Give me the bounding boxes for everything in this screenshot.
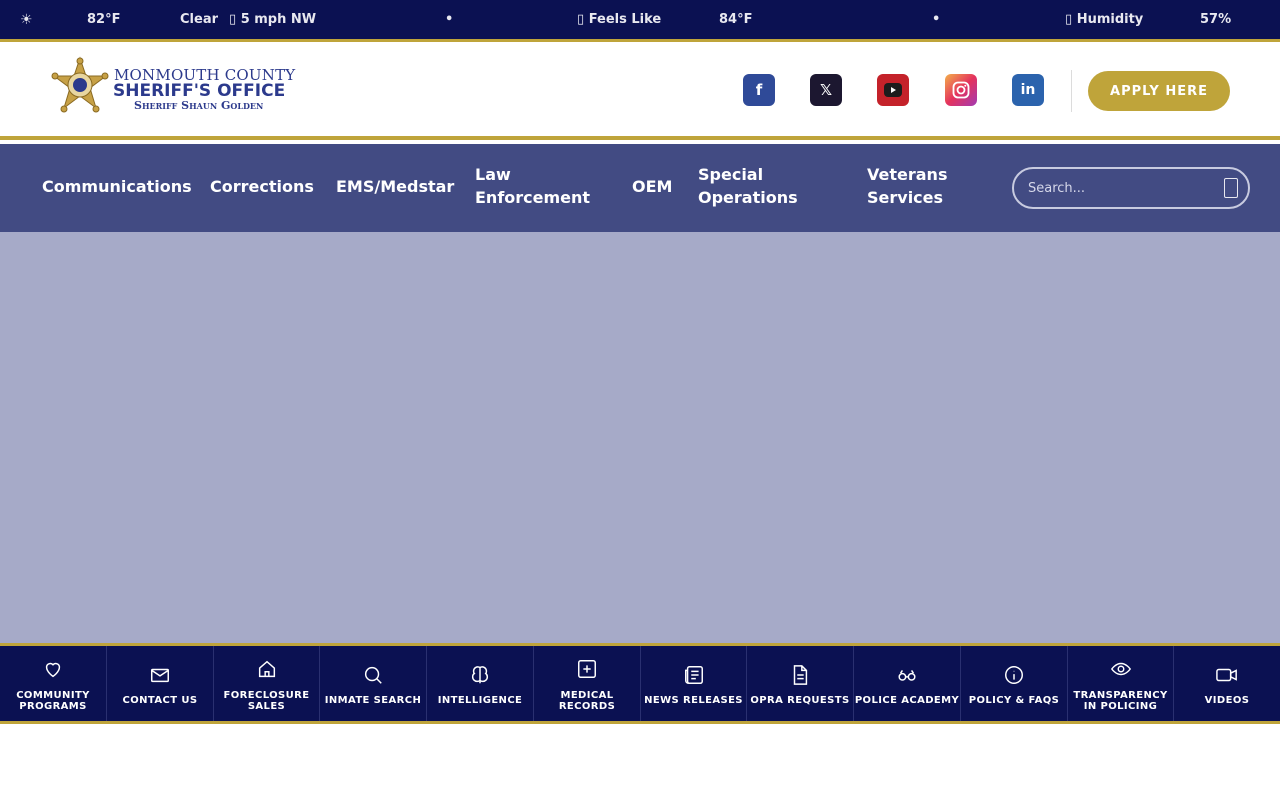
site-logo[interactable]: MONMOUTH COUNTY SHERIFF'S OFFICE Sheriff… [50, 56, 300, 122]
info-icon [1005, 666, 1023, 684]
search-button[interactable] [1224, 178, 1238, 198]
quick-link-videos[interactable]: VIDEOS [1174, 646, 1280, 721]
logo-line-office: SHERIFF'S OFFICE [113, 81, 286, 101]
weather-separator: • [445, 12, 454, 27]
quick-link-label: INMATE SEARCH [324, 695, 422, 706]
home-icon [258, 660, 275, 678]
main-nav: Communications Corrections EMS/Medstar L… [0, 144, 1280, 232]
quick-link-label: MEDICAL RECORDS [558, 690, 616, 712]
document-icon [793, 665, 808, 685]
weather-wind: ▯ 5 mph NW [229, 12, 316, 27]
search-box [1012, 167, 1250, 209]
nav-item-label: Enforcement [475, 188, 591, 207]
nav-item-law-enforcement[interactable]: Law Enforcement [475, 163, 590, 209]
quick-link-foreclosure-sales[interactable]: FORECLOSURE SALES [214, 646, 320, 721]
weather-wind-value: 5 mph NW [240, 12, 317, 27]
quick-link-label: INTELLIGENCE [437, 695, 523, 706]
site-header: MONMOUTH COUNTY SHERIFF'S OFFICE Sheriff… [0, 42, 1280, 140]
apply-here-button[interactable]: APPLY HERE [1088, 71, 1230, 111]
weather-bar: ☀ 82°F Clear ▯ 5 mph NW • ▯ Feels Like 8… [0, 0, 1280, 42]
quick-link-opra-requests[interactable]: OPRA REQUESTS [747, 646, 854, 721]
quick-link-policy-faqs[interactable]: POLICY & FAQS [961, 646, 1068, 721]
logo-line-sheriff: Sheriff Shaun Golden [134, 99, 264, 112]
nav-item-label: Communications [42, 177, 192, 196]
quick-link-transparency-in-policing[interactable]: TRANSPARENCY IN POLICING [1068, 646, 1174, 721]
nav-item-ems-medstar[interactable]: EMS/Medstar [336, 175, 454, 198]
heart-icon [45, 662, 61, 678]
facebook-icon[interactable]: f [743, 74, 775, 106]
header-divider [1071, 70, 1072, 112]
brain-icon [471, 666, 489, 684]
nav-item-label: Veterans [867, 165, 948, 184]
quick-link-label: FORECLOSURE SALES [223, 690, 310, 712]
feels-like-value: 84°F [719, 12, 753, 27]
nav-item-corrections[interactable]: Corrections [210, 175, 314, 198]
youtube-play-glyph [884, 83, 902, 97]
instagram-glyph [952, 81, 970, 99]
weather-separator: • [932, 12, 941, 27]
instagram-icon[interactable] [945, 74, 977, 106]
youtube-icon[interactable] [877, 74, 909, 106]
quick-link-intelligence[interactable]: INTELLIGENCE [427, 646, 534, 721]
quick-link-label: OPRA REQUESTS [750, 695, 850, 706]
nav-item-communications[interactable]: Communications [42, 175, 192, 198]
wind-icon: ▯ [229, 12, 237, 27]
quick-link-label: COMMUNITY PROGRAMS [16, 690, 90, 712]
weather-humidity: ▯ Humidity [1065, 12, 1143, 27]
hero-banner [0, 232, 1280, 643]
weather-condition: Clear [180, 12, 218, 27]
quick-link-medical-records[interactable]: MEDICAL RECORDS [534, 646, 641, 721]
mail-icon [151, 668, 169, 683]
nav-item-veterans-services[interactable]: Veterans Services [867, 163, 947, 209]
nav-item-label: Law [475, 165, 511, 184]
weather-temperature: 82°F [87, 12, 121, 27]
x-icon[interactable]: 𝕏 [810, 74, 842, 106]
quick-link-label: TRANSPARENCY IN POLICING [1073, 690, 1168, 712]
nav-item-label: Corrections [210, 177, 314, 196]
quick-links-bar: COMMUNITY PROGRAMS CONTACT US FORECLOSURE… [0, 643, 1280, 724]
quick-link-label: CONTACT US [122, 695, 198, 706]
eye-icon [1110, 662, 1131, 676]
quick-link-police-academy[interactable]: POLICE ACADEMY [854, 646, 961, 721]
glasses-icon [898, 670, 916, 681]
nav-item-label: Special [698, 165, 764, 184]
quick-link-inmate-search[interactable]: INMATE SEARCH [320, 646, 427, 721]
linkedin-icon[interactable]: in [1012, 74, 1044, 106]
thermometer-icon: ▯ [577, 12, 585, 27]
quick-link-contact-us[interactable]: CONTACT US [107, 646, 214, 721]
weather-feels-like: ▯ Feels Like [577, 12, 661, 27]
quick-link-community-programs[interactable]: COMMUNITY PROGRAMS [0, 646, 107, 721]
search-icon [364, 666, 382, 684]
quick-link-label: POLICY & FAQS [968, 695, 1060, 706]
quick-link-label: POLICE ACADEMY [854, 695, 960, 706]
nav-item-oem[interactable]: OEM [632, 175, 672, 198]
humidity-value: 57% [1200, 12, 1232, 27]
nav-item-label: Services [867, 188, 944, 207]
medical-plus-icon [578, 660, 596, 678]
nav-item-label: OEM [632, 177, 673, 196]
sheriff-star-icon [51, 56, 109, 113]
quick-link-news-releases[interactable]: NEWS RELEASES [641, 646, 747, 721]
quick-link-label: NEWS RELEASES [644, 695, 743, 706]
nav-item-label: EMS/Medstar [336, 177, 455, 196]
newspaper-icon [684, 666, 703, 684]
sun-icon: ☀ [20, 12, 33, 28]
nav-item-special-operations[interactable]: Special Operations [698, 163, 798, 209]
humidity-label: Humidity [1076, 12, 1144, 27]
search-input[interactable] [1028, 179, 1208, 197]
humidity-icon: ▯ [1065, 12, 1073, 27]
quick-link-label: VIDEOS [1204, 695, 1250, 706]
feels-like-label: Feels Like [588, 12, 662, 27]
video-icon [1216, 668, 1237, 682]
nav-item-label: Operations [698, 188, 798, 207]
